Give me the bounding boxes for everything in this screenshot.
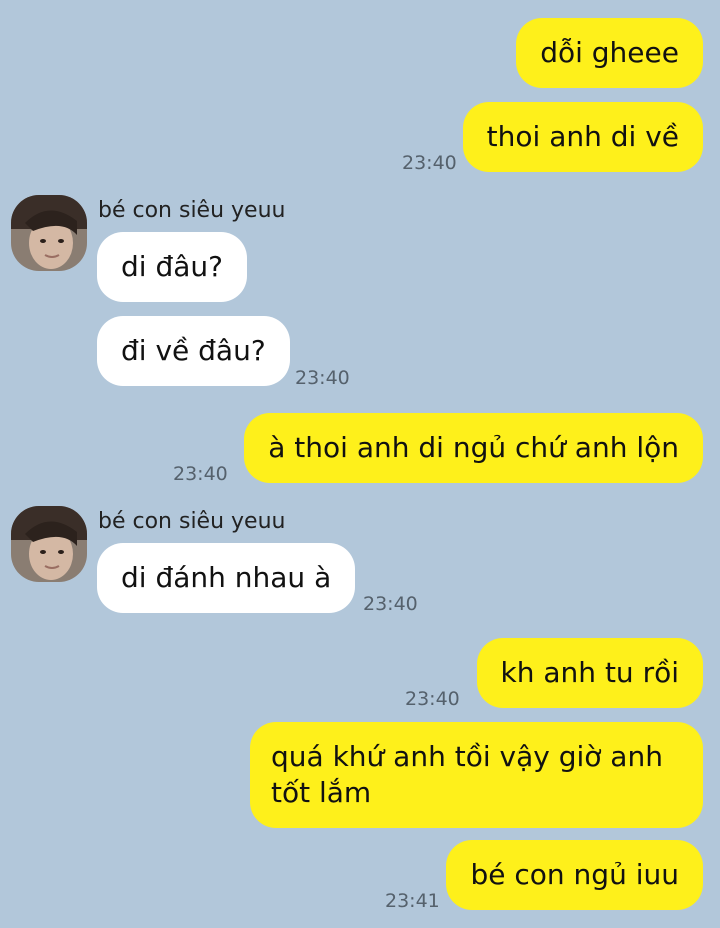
sender-name: bé con siêu yeuu <box>98 509 286 534</box>
profile-photo-icon <box>11 506 87 582</box>
message-bubble-outgoing[interactable]: à thoi anh di ngủ chứ anh lộn <box>244 413 703 483</box>
message-timestamp: 23:40 <box>405 688 460 710</box>
message-timestamp: 23:41 <box>385 890 440 912</box>
message-bubble-outgoing[interactable]: kh anh tu rồi <box>476 638 703 708</box>
sender-name: bé con siêu yeuu <box>98 198 286 223</box>
message-bubble-outgoing[interactable]: quá khứ anh tồi vậy giờ anh tốt lắm <box>250 722 703 828</box>
message-timestamp: 23:40 <box>363 593 418 615</box>
profile-photo-icon <box>11 195 87 271</box>
contact-avatar[interactable] <box>11 195 87 271</box>
message-bubble-incoming[interactable]: di đâu? <box>97 232 247 302</box>
message-bubble-incoming[interactable]: đi về đâu? <box>97 316 290 386</box>
message-bubble-outgoing[interactable]: thoi anh di về <box>462 102 703 172</box>
message-bubble-outgoing[interactable]: bé con ngủ iuu <box>446 840 703 910</box>
chat-window: dỗi gheee 23:40 thoi anh di về bé con si… <box>0 0 720 928</box>
message-timestamp: 23:40 <box>402 152 457 174</box>
message-bubble-incoming[interactable]: di đánh nhau à <box>97 543 356 613</box>
message-timestamp: 23:40 <box>173 463 228 485</box>
message-timestamp: 23:40 <box>295 367 350 389</box>
contact-avatar[interactable] <box>11 506 87 582</box>
message-bubble-outgoing[interactable]: dỗi gheee <box>516 18 703 88</box>
